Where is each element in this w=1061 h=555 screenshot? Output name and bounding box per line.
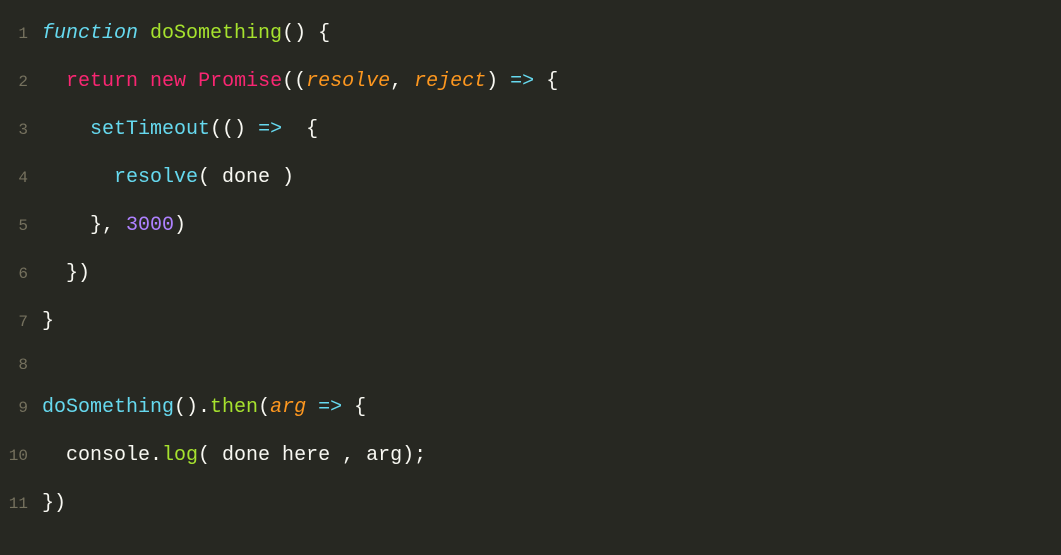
code-token: { [534, 70, 558, 93]
code-token: }) [42, 262, 90, 285]
code-line[interactable]: 4 resolve( done ) [0, 154, 1061, 202]
code-content[interactable]: }) [42, 250, 1061, 298]
code-token: => [318, 396, 342, 419]
code-token: ) [174, 214, 186, 237]
code-token: resolve [114, 166, 198, 189]
code-token [138, 70, 150, 93]
line-number: 1 [0, 15, 42, 53]
line-number: 2 [0, 63, 42, 101]
code-token: doSomething [150, 22, 282, 45]
code-content[interactable]: doSomething().then(arg => { [42, 384, 1061, 432]
code-content[interactable]: console.log( done here , arg); [42, 432, 1061, 480]
code-token: , [390, 70, 414, 93]
code-token: { [282, 118, 318, 141]
code-token: ) [486, 70, 510, 93]
code-token: then [210, 396, 258, 419]
code-content[interactable]: }, 3000) [42, 202, 1061, 250]
code-content[interactable]: function doSomething() { [42, 10, 1061, 58]
code-token: ( done ) [198, 166, 294, 189]
code-token: Promise [198, 70, 282, 93]
line-number: 9 [0, 389, 42, 427]
code-token: (). [174, 396, 210, 419]
code-token [42, 166, 114, 189]
code-line[interactable]: 9doSomething().then(arg => { [0, 384, 1061, 432]
line-number: 8 [0, 346, 42, 384]
code-token: arg [270, 396, 306, 419]
code-token: () { [282, 22, 330, 45]
code-line[interactable]: 10 console.log( done here , arg); [0, 432, 1061, 480]
code-content[interactable]: resolve( done ) [42, 154, 1061, 202]
code-token: resolve [306, 70, 390, 93]
code-token [138, 22, 150, 45]
code-line[interactable]: 7} [0, 298, 1061, 346]
code-token: => [258, 118, 282, 141]
code-line[interactable]: 2 return new Promise((resolve, reject) =… [0, 58, 1061, 106]
code-line[interactable]: 8 [0, 346, 1061, 384]
code-token: (( [282, 70, 306, 93]
code-line[interactable]: 5 }, 3000) [0, 202, 1061, 250]
code-token: doSomething [42, 396, 174, 419]
code-token: }, [42, 214, 126, 237]
code-token: (() [210, 118, 258, 141]
line-number: 4 [0, 159, 42, 197]
code-token [186, 70, 198, 93]
code-editor[interactable]: 1function doSomething() {2 return new Pr… [0, 10, 1061, 528]
code-token [42, 70, 66, 93]
line-number: 3 [0, 111, 42, 149]
code-content[interactable]: return new Promise((resolve, reject) => … [42, 58, 1061, 106]
code-token: 3000 [126, 214, 174, 237]
code-token: } [42, 310, 54, 333]
code-token: reject [414, 70, 486, 93]
code-content[interactable]: }) [42, 480, 1061, 528]
line-number: 10 [0, 437, 42, 475]
code-token: => [510, 70, 534, 93]
line-number: 6 [0, 255, 42, 293]
code-line[interactable]: 1function doSomething() { [0, 10, 1061, 58]
line-number: 11 [0, 485, 42, 523]
code-token: { [342, 396, 366, 419]
code-token: setTimeout [90, 118, 210, 141]
code-token [42, 118, 90, 141]
code-token [306, 396, 318, 419]
code-token: console. [42, 444, 162, 467]
line-number: 7 [0, 303, 42, 341]
code-line[interactable]: 11}) [0, 480, 1061, 528]
code-token: return [66, 70, 138, 93]
code-token: }) [42, 492, 66, 515]
line-number: 5 [0, 207, 42, 245]
code-line[interactable]: 3 setTimeout(() => { [0, 106, 1061, 154]
code-token: log [162, 444, 198, 467]
code-token: new [150, 70, 186, 93]
code-content[interactable]: } [42, 298, 1061, 346]
code-token: function [42, 22, 138, 45]
code-line[interactable]: 6 }) [0, 250, 1061, 298]
code-token: ( [258, 396, 270, 419]
code-token: ( done here , arg); [198, 444, 426, 467]
code-content[interactable]: setTimeout(() => { [42, 106, 1061, 154]
